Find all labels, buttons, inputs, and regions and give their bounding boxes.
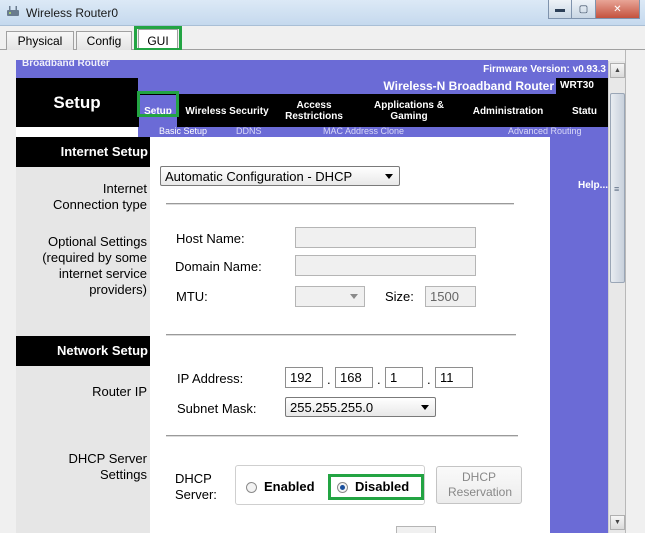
dhcp-server-label: DHCP Server:: [175, 471, 217, 502]
size-label: Size:: [385, 289, 414, 304]
mtu-label: MTU:: [176, 289, 208, 304]
mtu-size-input[interactable]: 1500: [425, 286, 476, 307]
help-panel: Help...: [548, 137, 608, 533]
submenu-mac-clone[interactable]: MAC Address Clone: [323, 126, 404, 136]
tab-gui[interactable]: GUI: [138, 29, 178, 51]
ip-address-label: IP Address:: [177, 371, 244, 386]
menu-status[interactable]: Statu: [572, 95, 608, 127]
menu-wireless-security[interactable]: Wireless Security: [179, 95, 275, 127]
mtu-select[interactable]: [295, 286, 365, 307]
window-title: Wireless Router0: [26, 6, 119, 20]
chevron-down-icon: [421, 405, 429, 410]
connection-type-value: Automatic Configuration - DHCP: [165, 169, 353, 184]
submenu-advanced-routing[interactable]: Advanced Routing: [508, 126, 582, 136]
dhcp-disabled-label[interactable]: Disabled: [355, 479, 409, 494]
subnet-mask-select[interactable]: 255.255.255.0: [285, 397, 436, 417]
page-section-title: Setup: [53, 92, 101, 112]
subnet-mask-value: 255.255.255.0: [290, 400, 374, 415]
divider: [166, 334, 516, 336]
dhcp-server-options: Enabled Disabled: [235, 465, 425, 505]
cutoff-input[interactable]: [396, 526, 436, 533]
chevron-down-icon: [350, 294, 358, 299]
submenu-basic-setup[interactable]: Basic Setup: [159, 126, 207, 136]
ip-octet-4-input[interactable]: 11: [435, 367, 473, 388]
scrollbar-thumb[interactable]: ≡: [610, 93, 625, 283]
vertical-scrollbar[interactable]: ▲ ≡ ▼: [608, 61, 625, 533]
left-column: Internet Setup Internet Connection type …: [16, 137, 150, 533]
dhcp-enabled-label[interactable]: Enabled: [264, 479, 315, 494]
product-bar: Wireless-N Broadband Router WRT30: [138, 78, 608, 94]
subnet-mask-label: Subnet Mask:: [177, 401, 257, 416]
router-ip-label: Router IP: [92, 384, 147, 399]
firmware-version: Firmware Version: v0.93.3: [483, 64, 606, 75]
brand-label: Broadband Router: [22, 60, 110, 69]
divider: [166, 435, 518, 437]
menu-applications-gaming[interactable]: Applications & Gaming: [364, 95, 454, 127]
submenu-bar: Basic Setup DDNS MAC Address Clone Advan…: [138, 126, 608, 137]
help-column: Help...: [548, 137, 608, 533]
dhcp-reservation-label: DHCP Reservation: [448, 470, 513, 499]
menu-setup[interactable]: Setup: [139, 95, 177, 127]
scroll-up-icon[interactable]: ▲: [610, 63, 625, 78]
host-name-input[interactable]: [295, 227, 476, 248]
host-name-label: Host Name:: [176, 231, 245, 246]
domain-name-input[interactable]: [295, 255, 476, 276]
menu-access-restrictions[interactable]: Access Restrictions: [278, 95, 350, 127]
close-button[interactable]: ✕: [596, 0, 640, 19]
connection-type-label: Internet Connection type: [53, 181, 147, 212]
model-name: WRT30: [556, 78, 608, 94]
ip-octet-1-input[interactable]: 192: [285, 367, 323, 388]
scroll-down-icon[interactable]: ▼: [610, 515, 625, 530]
ip-octet-2-input[interactable]: 168: [335, 367, 373, 388]
device-tabbar: Physical Config GUI: [0, 26, 645, 51]
optional-settings-label: Optional Settings (required by some inte…: [42, 234, 147, 297]
divider: [166, 203, 514, 205]
ip-octet-3-input[interactable]: 1: [385, 367, 423, 388]
submenu-ddns[interactable]: DDNS: [236, 126, 262, 136]
router-nav: Setup Wireless-N Broadband Router WRT30 …: [16, 78, 608, 127]
network-setup-heading: Network Setup: [16, 336, 150, 366]
ip-dot: .: [327, 372, 331, 387]
maximize-button[interactable]: ▢: [572, 0, 596, 19]
product-name: Wireless-N Broadband Router: [383, 79, 554, 93]
dhcp-settings-label: DHCP Server Settings: [68, 451, 147, 482]
grip-icon: ≡: [614, 184, 620, 194]
internet-setup-heading: Internet Setup: [16, 137, 150, 167]
ip-dot: .: [377, 372, 381, 387]
chevron-down-icon: [385, 174, 393, 179]
dhcp-disabled-radio[interactable]: [337, 482, 348, 493]
dhcp-reservation-button[interactable]: DHCP Reservation: [436, 466, 522, 504]
router-app-icon: [7, 6, 19, 16]
menu-administration[interactable]: Administration: [463, 95, 553, 127]
window-titlebar: Wireless Router0 ▬ ▢ ✕: [0, 0, 645, 26]
dhcp-enabled-radio[interactable]: [246, 482, 257, 493]
window-right-edge: [625, 50, 645, 533]
connection-type-select[interactable]: Automatic Configuration - DHCP: [160, 166, 400, 186]
tab-physical[interactable]: Physical: [6, 31, 74, 50]
tab-config[interactable]: Config: [76, 31, 132, 50]
domain-name-label: Domain Name:: [175, 259, 262, 274]
minimize-button[interactable]: ▬: [548, 0, 572, 19]
help-link[interactable]: Help...: [578, 180, 608, 191]
brand-bar: Broadband Router Firmware Version: v0.93…: [16, 60, 608, 78]
ip-dot: .: [427, 372, 431, 387]
